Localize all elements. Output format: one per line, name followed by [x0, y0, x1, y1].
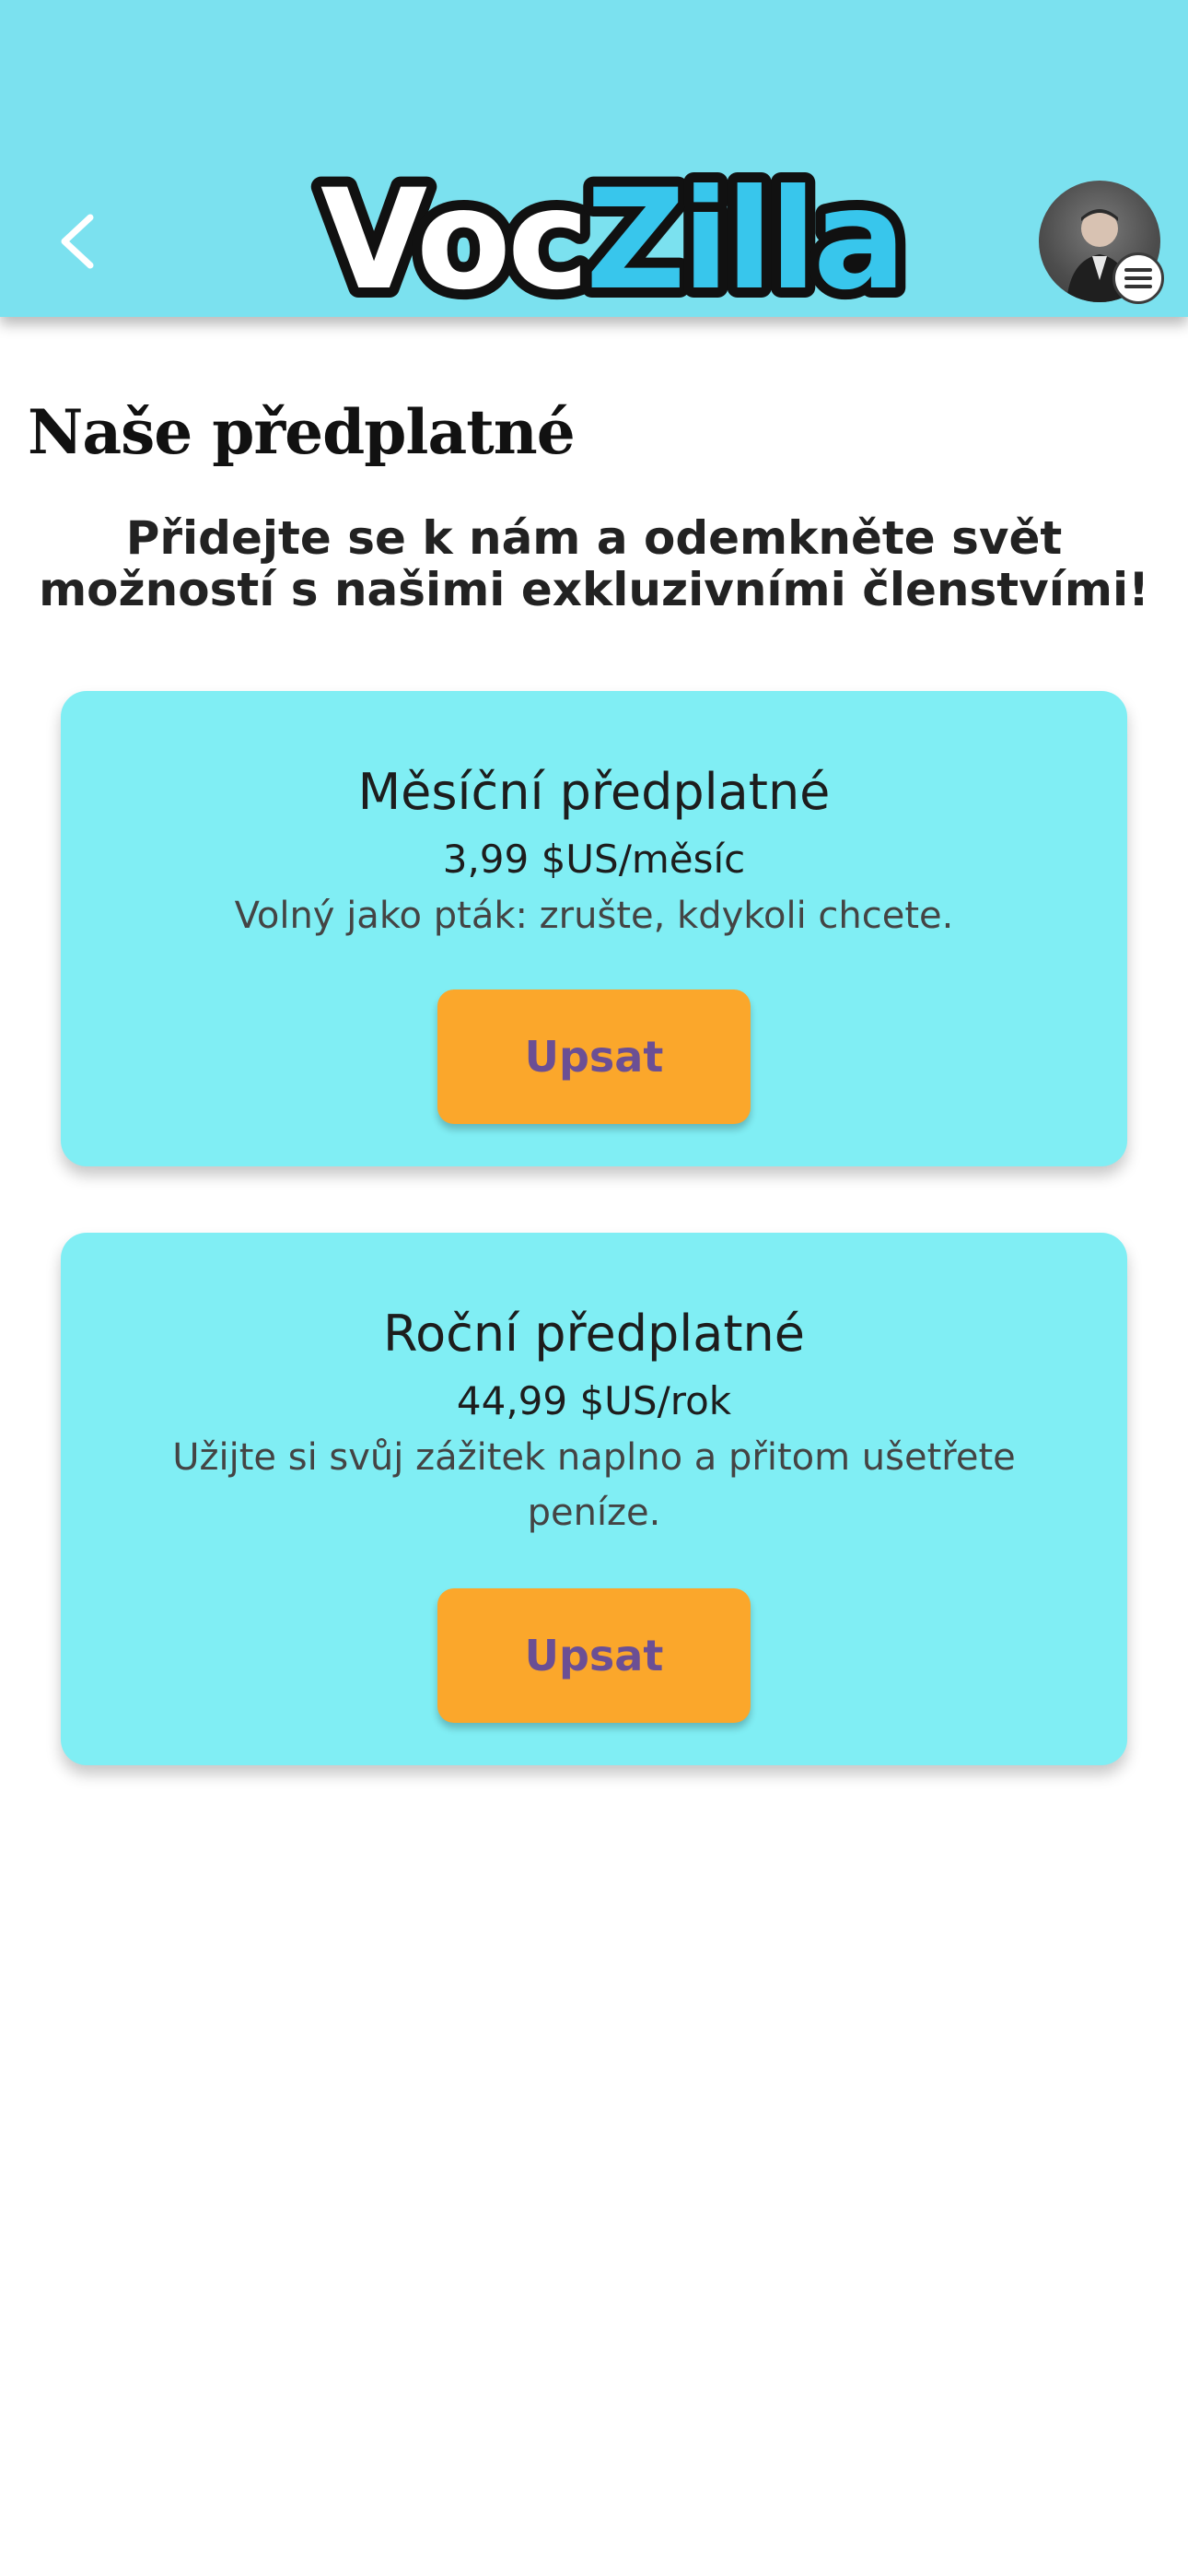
logo-text-zilla: Zilla	[586, 160, 903, 321]
logo-text-voc: Voc	[320, 160, 586, 321]
menu-badge[interactable]	[1112, 252, 1164, 304]
plan-card-monthly: Měsíční předplatné 3,99 $US/měsíc Volný …	[61, 691, 1127, 1166]
subscribe-monthly-button[interactable]: Upsat	[437, 989, 751, 1124]
svg-text:VocZilla: VocZilla	[320, 160, 903, 321]
plan-title: Roční předplatné	[383, 1305, 805, 1363]
plan-description: Volný jako pták: zrušte, kdykoli chcete.	[234, 895, 954, 937]
back-button[interactable]	[48, 205, 107, 278]
plan-description: Užijte si svůj zážitek naplno a přitom u…	[172, 1436, 1016, 1534]
page-subtitle: Přidejte se k nám a odemkněte svět možno…	[39, 511, 1149, 616]
chevron-left-icon	[61, 214, 94, 269]
app-screen: VocZilla VocZilla Naše předplatné Přidej…	[0, 0, 1188, 2576]
app-logo: VocZilla VocZilla	[310, 150, 916, 331]
profile-avatar-button[interactable]	[1039, 181, 1164, 304]
plan-price: 3,99 $US/měsíc	[442, 837, 746, 882]
top-app-bar: VocZilla VocZilla	[0, 0, 1188, 331]
subscribe-yearly-button[interactable]: Upsat	[437, 1588, 751, 1723]
page-title: Naše předplatné	[28, 396, 576, 468]
hamburger-menu-icon	[1124, 268, 1152, 288]
plan-title: Měsíční předplatné	[357, 763, 831, 821]
plan-card-yearly: Roční předplatné 44,99 $US/rok Užijte si…	[61, 1233, 1127, 1765]
plan-price: 44,99 $US/rok	[456, 1378, 732, 1423]
